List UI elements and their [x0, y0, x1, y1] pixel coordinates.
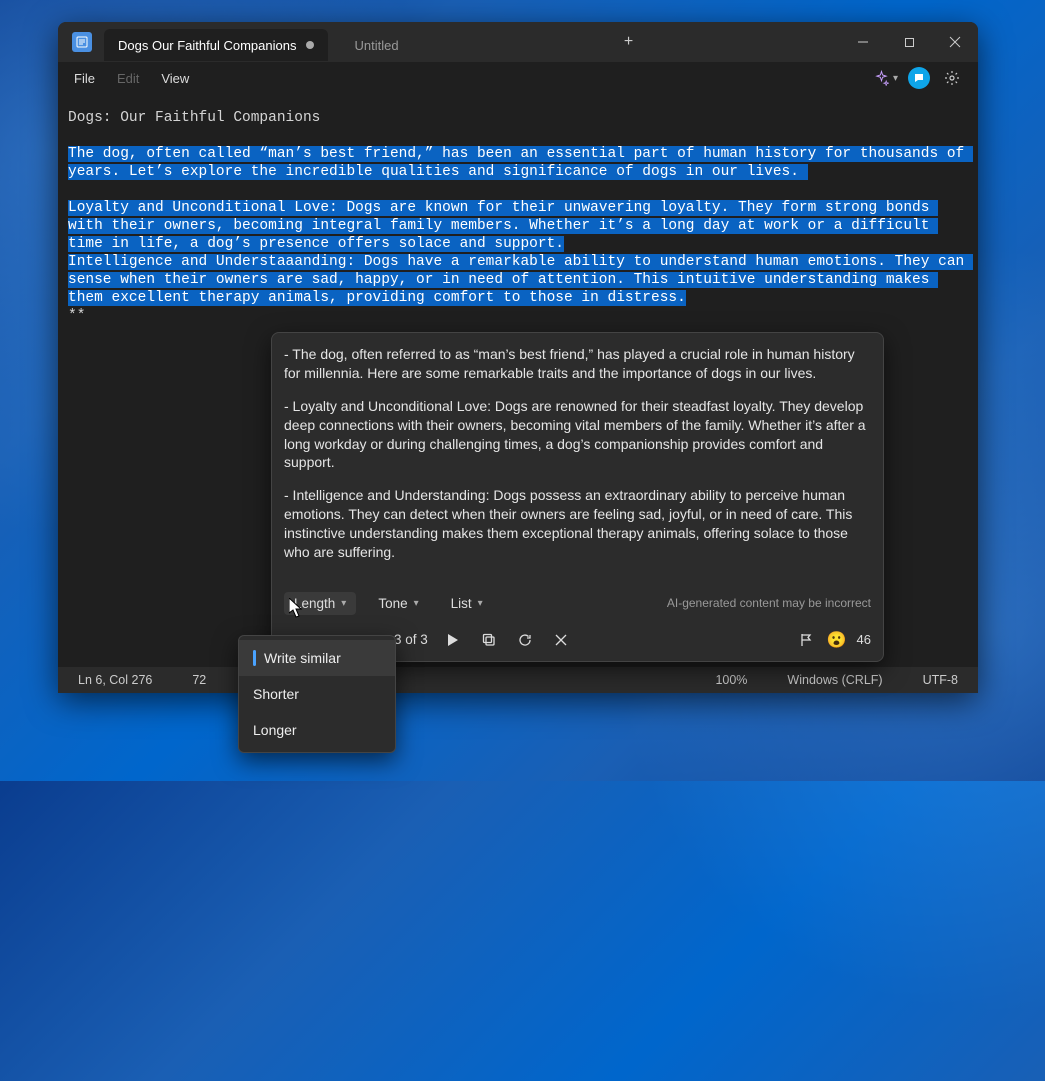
length-dropdown-label: Length — [294, 596, 335, 611]
ai-disclaimer: AI-generated content may be incorrect — [667, 596, 871, 610]
settings-button[interactable] — [940, 66, 964, 90]
chevron-down-icon: ▾ — [478, 598, 483, 609]
menu-edit[interactable]: Edit — [107, 67, 149, 90]
app-window: Dogs Our Faithful Companions Untitled + … — [58, 22, 978, 693]
minimize-icon — [857, 36, 869, 48]
ai-controls-row: Length ▾ Tone ▾ List ▾ AI-generated cont… — [272, 586, 883, 621]
unsaved-dot-icon — [306, 41, 314, 49]
maximize-icon — [904, 37, 915, 48]
plus-icon: + — [624, 33, 633, 51]
chevron-down-icon: ▾ — [414, 598, 419, 609]
refresh-icon — [518, 633, 532, 647]
close-icon — [949, 36, 961, 48]
app-icon — [72, 32, 92, 52]
copy-icon — [482, 633, 496, 647]
active-indicator-icon — [253, 650, 256, 666]
minimize-button[interactable] — [840, 27, 886, 57]
length-dropdown[interactable]: Length ▾ — [284, 592, 356, 615]
doc-para1: The dog, often called “man’s best friend… — [68, 146, 973, 180]
doc-para3: Intelligence and Understaaanding: Dogs h… — [68, 254, 973, 306]
status-position[interactable]: Ln 6, Col 276 — [70, 673, 160, 687]
next-button[interactable] — [442, 629, 464, 651]
ai-suggestion-body: - The dog, often referred to as “man’s b… — [272, 333, 883, 586]
flag-icon — [799, 633, 813, 647]
length-write-similar-label: Write similar — [264, 650, 341, 666]
ai-para3: - Intelligence and Understanding: Dogs p… — [284, 486, 871, 562]
length-shorter[interactable]: Shorter — [239, 676, 395, 712]
ai-para2: - Loyalty and Unconditional Love: Dogs a… — [284, 397, 871, 473]
ai-page-count: 3 of 3 — [394, 632, 428, 647]
doc-para2: Loyalty and Unconditional Love: Dogs are… — [68, 200, 938, 252]
close-button[interactable] — [932, 27, 978, 57]
tab-untitled-label: Untitled — [354, 38, 398, 53]
regenerate-button[interactable] — [514, 629, 536, 651]
length-longer-label: Longer — [253, 722, 297, 738]
menu-view[interactable]: View — [151, 67, 199, 90]
tab-active[interactable]: Dogs Our Faithful Companions — [104, 29, 328, 61]
length-shorter-label: Shorter — [253, 686, 299, 702]
length-longer[interactable]: Longer — [239, 712, 395, 748]
flag-button[interactable] — [795, 629, 817, 651]
ai-para1: - The dog, often referred to as “man’s b… — [284, 345, 871, 383]
new-tab-button[interactable]: + — [613, 26, 645, 58]
ai-sparkle-button[interactable]: ▾ — [874, 66, 898, 90]
doc-title: Dogs: Our Faithful Companions — [68, 110, 968, 128]
tab-active-label: Dogs Our Faithful Companions — [118, 38, 296, 53]
reaction-emoji-icon[interactable]: 😮 — [827, 630, 847, 650]
copy-button[interactable] — [478, 629, 500, 651]
chevron-down-icon: ▾ — [341, 598, 346, 609]
status-zoom[interactable]: 100% — [707, 673, 755, 687]
tone-dropdown[interactable]: Tone ▾ — [368, 592, 428, 615]
reaction-count: 46 — [857, 632, 871, 647]
dismiss-button[interactable] — [550, 629, 572, 651]
ai-rewrite-popup: - The dog, often referred to as “man’s b… — [271, 332, 884, 662]
doc-stars: ** — [68, 308, 968, 326]
status-chars[interactable]: 72 — [184, 673, 214, 687]
gear-icon — [944, 70, 960, 86]
list-dropdown-label: List — [451, 596, 472, 611]
window-controls — [840, 27, 978, 57]
menubar: File Edit View ▾ — [58, 62, 978, 94]
tabs-container: Dogs Our Faithful Companions Untitled + — [104, 22, 840, 62]
menu-file[interactable]: File — [64, 67, 105, 90]
statusbar: Ln 6, Col 276 72 100% Windows (CRLF) UTF… — [58, 667, 978, 693]
x-icon — [555, 634, 567, 646]
status-encoding[interactable]: UTF-8 — [915, 673, 966, 687]
chat-button[interactable] — [908, 67, 930, 89]
titlebar: Dogs Our Faithful Companions Untitled + — [58, 22, 978, 62]
play-icon — [448, 634, 458, 646]
chat-icon — [913, 72, 925, 84]
length-menu: Write similar Shorter Longer — [238, 635, 396, 753]
length-write-similar[interactable]: Write similar — [239, 640, 395, 676]
maximize-button[interactable] — [886, 27, 932, 57]
chevron-down-icon: ▾ — [893, 73, 898, 84]
tone-dropdown-label: Tone — [378, 596, 407, 611]
status-eol[interactable]: Windows (CRLF) — [779, 673, 890, 687]
tab-untitled[interactable]: Untitled — [340, 29, 412, 61]
sparkle-icon — [874, 70, 889, 86]
list-dropdown[interactable]: List ▾ — [441, 592, 493, 615]
